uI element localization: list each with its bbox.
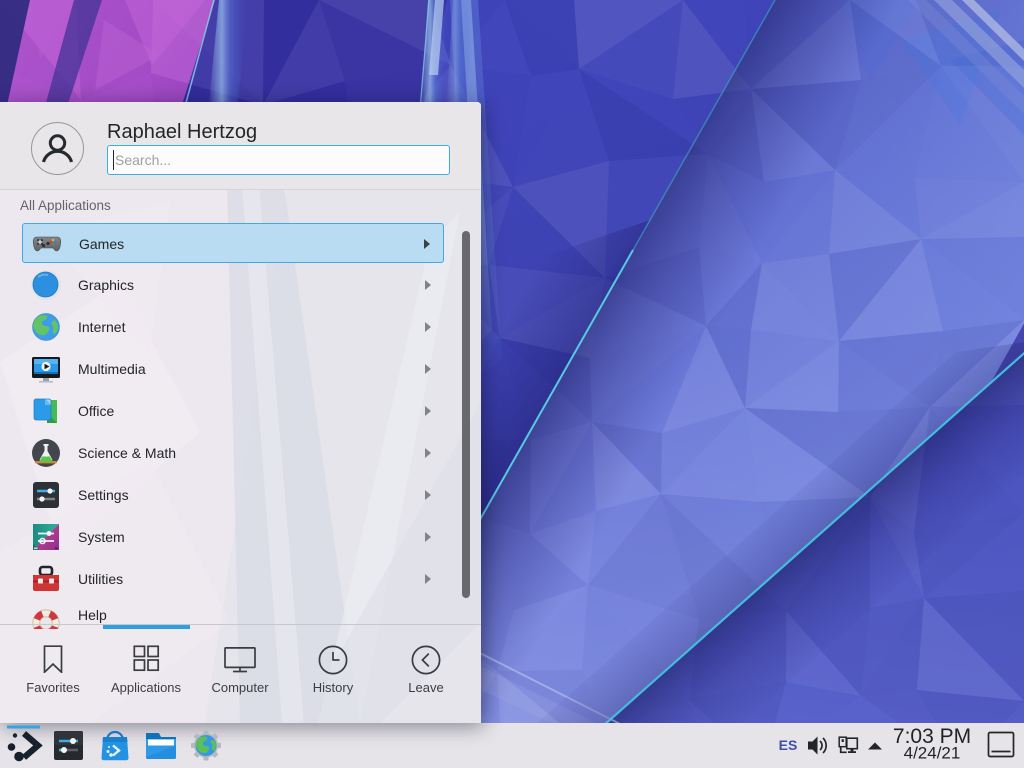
svg-text:4/24/21: 4/24/21 xyxy=(904,744,961,763)
svg-text:ES: ES xyxy=(779,737,798,753)
